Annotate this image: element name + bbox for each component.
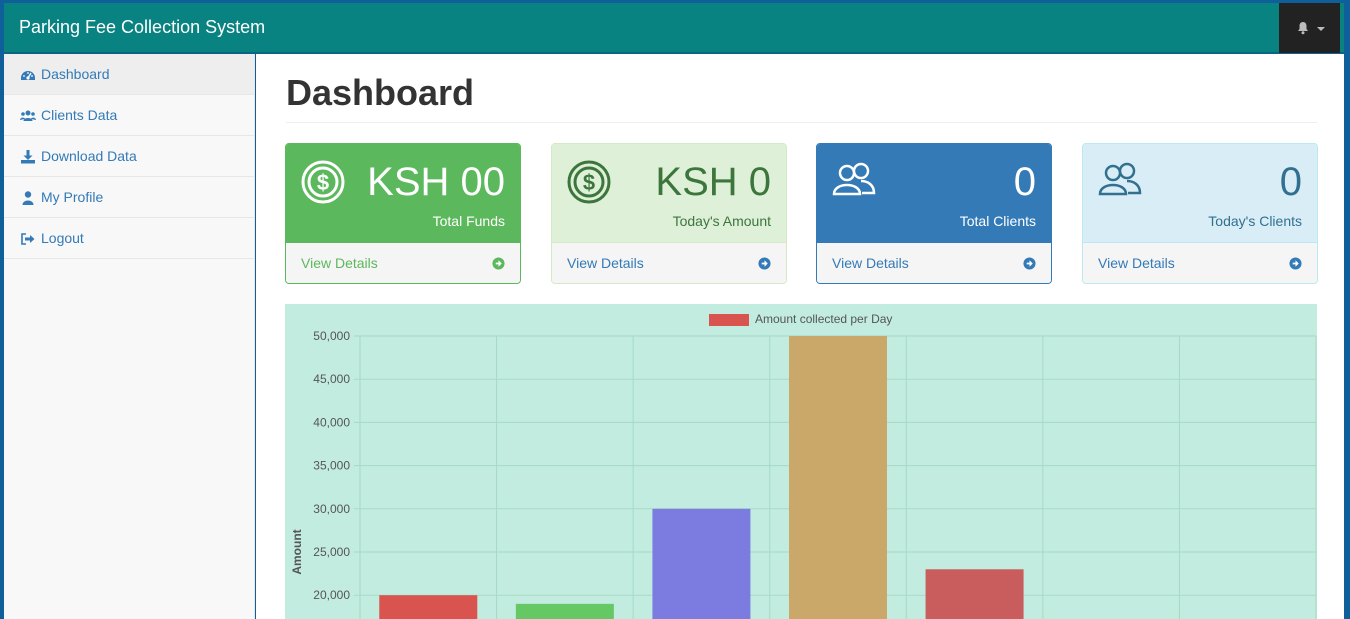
chart-bar[interactable] bbox=[652, 508, 751, 619]
users-outline-icon bbox=[832, 162, 876, 196]
arrow-circle-right-icon bbox=[492, 257, 505, 270]
app-brand[interactable]: Parking Fee Collection System bbox=[19, 17, 265, 38]
users-icon bbox=[20, 110, 36, 121]
y-tick-label: 45,000 bbox=[313, 372, 350, 386]
dollar-coin-icon: $ bbox=[567, 160, 611, 204]
svg-text:$: $ bbox=[583, 170, 595, 195]
view-details-label: View Details bbox=[567, 255, 644, 271]
y-tick-label: 50,000 bbox=[313, 329, 350, 343]
svg-text:$: $ bbox=[317, 170, 329, 195]
view-details-label: View Details bbox=[1098, 255, 1175, 271]
view-details-label: View Details bbox=[301, 255, 378, 271]
panel-total-funds: $ KSH 00 Total Funds View Details bbox=[285, 143, 521, 284]
y-tick-label: 30,000 bbox=[313, 502, 350, 516]
dashboard-icon bbox=[21, 71, 35, 80]
panel-value: 0 bbox=[1279, 160, 1302, 204]
chart-bar[interactable] bbox=[789, 336, 887, 619]
sign-out-icon bbox=[21, 233, 35, 245]
dollar-coin-icon: $ bbox=[301, 160, 345, 204]
chart-bar[interactable] bbox=[925, 569, 1024, 619]
view-details-link[interactable]: View Details bbox=[552, 242, 786, 283]
sidebar-item-my-profile[interactable]: My Profile bbox=[4, 177, 254, 218]
panel-value: KSH 0 bbox=[655, 160, 771, 204]
view-details-link[interactable]: View Details bbox=[817, 242, 1051, 283]
sidebar-item-dashboard[interactable]: Dashboard bbox=[4, 54, 254, 95]
user-icon bbox=[22, 191, 34, 205]
legend-label: Amount collected per Day bbox=[755, 312, 892, 326]
panel-value: 0 bbox=[1013, 160, 1036, 204]
chart-bar[interactable] bbox=[515, 603, 614, 619]
panel-total-clients: 0 Total Clients View Details bbox=[816, 143, 1052, 284]
y-tick-label: 40,000 bbox=[313, 415, 350, 429]
chart-bar[interactable] bbox=[379, 595, 478, 619]
panel-label: Today's Clients bbox=[1208, 213, 1302, 229]
legend-swatch bbox=[709, 314, 749, 326]
users-outline-icon bbox=[1098, 162, 1142, 196]
y-axis-title: Amount bbox=[290, 529, 304, 574]
panel-todays-clients: 0 Today's Clients View Details bbox=[1082, 143, 1318, 284]
chevron-down-icon bbox=[1317, 27, 1325, 31]
sidebar-item-label: My Profile bbox=[41, 189, 104, 205]
y-tick-label: 25,000 bbox=[313, 545, 350, 559]
divider bbox=[286, 122, 1317, 123]
sidebar-item-label: Logout bbox=[41, 230, 84, 246]
y-tick-label: 20,000 bbox=[313, 588, 350, 602]
panel-label: Total Funds bbox=[432, 213, 505, 229]
panel-label: Total Clients bbox=[959, 213, 1036, 229]
sidebar-item-download-data[interactable]: Download Data bbox=[4, 136, 254, 177]
sidebar-item-label: Download Data bbox=[41, 148, 137, 164]
sidebar: Dashboard Clients Data Download Data My … bbox=[4, 54, 255, 619]
view-details-link[interactable]: View Details bbox=[286, 242, 520, 283]
view-details-label: View Details bbox=[832, 255, 909, 271]
bell-icon bbox=[1298, 22, 1308, 35]
page-title: Dashboard bbox=[286, 72, 475, 113]
arrow-circle-right-icon bbox=[1023, 257, 1036, 270]
panel-value: KSH 00 bbox=[367, 160, 505, 204]
sidebar-item-label: Dashboard bbox=[41, 66, 110, 82]
amount-per-day-chart: 50,000 45,000 40,000 35,000 30,000 25,000 20,0… bbox=[285, 304, 1317, 619]
download-icon bbox=[21, 150, 35, 164]
panel-todays-amount: $ KSH 0 Today's Amount View Details bbox=[551, 143, 787, 284]
y-tick-label: 35,000 bbox=[313, 459, 350, 473]
sidebar-item-label: Clients Data bbox=[41, 107, 118, 123]
arrow-circle-right-icon bbox=[1289, 257, 1302, 270]
top-navbar: Parking Fee Collection System bbox=[4, 3, 1344, 53]
notifications-dropdown[interactable] bbox=[1279, 3, 1340, 53]
view-details-link[interactable]: View Details bbox=[1083, 242, 1317, 283]
sidebar-item-logout[interactable]: Logout bbox=[4, 218, 254, 259]
chart-canvas: 50,000 45,000 40,000 35,000 30,000 25,000 20,0… bbox=[290, 312, 1317, 619]
sidebar-item-clients-data[interactable]: Clients Data bbox=[4, 95, 254, 136]
panel-label: Today's Amount bbox=[672, 213, 771, 229]
arrow-circle-right-icon bbox=[758, 257, 771, 270]
main-content: Dashboard $ KSH 00 Total Funds View Deta… bbox=[256, 54, 1344, 619]
